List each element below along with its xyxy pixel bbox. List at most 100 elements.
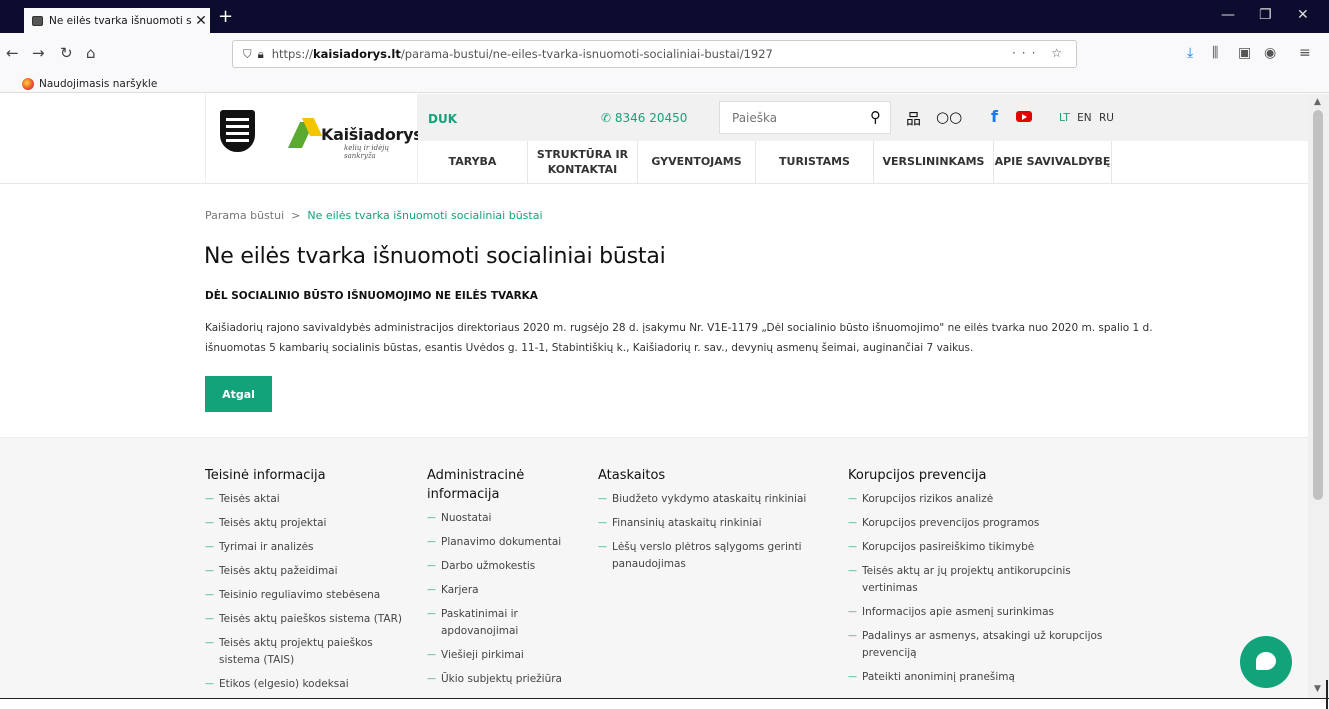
downloads-icon[interactable]: ⤓	[1187, 45, 1193, 61]
youtube-icon[interactable]	[1016, 111, 1032, 122]
footer-link[interactable]: Ūkio subjektų priežiūra	[427, 671, 582, 688]
footer-link[interactable]: Nuostatai	[427, 510, 582, 527]
web-page: Kaišiadorys kelių ir idėjų sankryža DUK …	[0, 94, 1308, 698]
browser-navbar: ← → ↻ ⌂ ⛉ 🔒︎ https://kaisiadorys.lt/para…	[0, 33, 1329, 75]
menu-item-verslininkams[interactable]: VERSLININKAMS	[874, 141, 994, 184]
footer-link[interactable]: Korupcijos pasireiškimo tikimybė	[848, 539, 1118, 556]
minimize-icon[interactable]: —	[1221, 7, 1235, 23]
article-text: Kaišiadorių rajono savivaldybės administ…	[205, 322, 1153, 354]
scroll-up-icon[interactable]: ▲	[1314, 97, 1321, 107]
chat-button[interactable]	[1240, 636, 1292, 688]
tracking-shield-icon[interactable]: ⛉	[243, 47, 252, 62]
page-favicon-icon	[32, 15, 43, 26]
footer-col-title: Korupcijos prevencija	[848, 468, 987, 483]
search-input[interactable]	[732, 109, 852, 127]
bookmark-item[interactable]: Naudojimasis naršykle	[39, 78, 157, 90]
lang-lt[interactable]: LT	[1059, 112, 1070, 124]
site-header: Kaišiadorys kelių ir idėjų sankryža DUK …	[0, 94, 1308, 184]
footer-link[interactable]: Informacijos apie asmenį surinkimas	[848, 604, 1118, 621]
page-actions-icon[interactable]: ··· ☆	[1012, 46, 1068, 60]
window-right-edge	[1326, 680, 1328, 709]
menu-item-taryba[interactable]: TARYBA	[418, 141, 528, 184]
footer-link[interactable]: Teisės aktų ar jų projektų antikorupcini…	[848, 563, 1118, 597]
menu-item-turistams[interactable]: TURISTAMS	[756, 141, 874, 184]
main-menu: TARYBA STRUKTŪRA IR KONTAKTAI GYVENTOJAM…	[418, 141, 1112, 184]
footer-link[interactable]: Padalinys ar asmenys, atsakingi už korup…	[848, 628, 1118, 662]
facebook-icon[interactable]: f	[991, 107, 998, 126]
footer-link[interactable]: Planavimo dokumentai	[427, 534, 582, 551]
browser-tabbar: Ne eilės tvarka išnuomoti socia ✕ + — ❐ …	[0, 0, 1329, 33]
footer-link[interactable]: Viešieji pirkimai	[427, 647, 582, 664]
footer-link[interactable]: Biudžeto vykdymo ataskaitų rinkiniai	[598, 491, 833, 508]
footer-link[interactable]: Etikos (elgesio) kodeksai	[205, 676, 410, 693]
brand-mark-icon	[287, 118, 323, 148]
footer-col-title: Administracinė informacija	[427, 468, 525, 502]
footer-col-corruption: Korupcijos prevencija Korupcijos rizikos…	[848, 466, 1118, 693]
page-scrollbar[interactable]: ▲ ▼	[1308, 94, 1329, 698]
browser-tab[interactable]: Ne eilės tvarka išnuomoti socia ✕	[24, 8, 210, 33]
phone-icon: ✆	[601, 111, 615, 125]
brand-name: Kaišiadorys	[321, 125, 423, 144]
footer-link[interactable]: Teisės aktų pažeidimai	[205, 563, 410, 580]
footer-link[interactable]: Korupcijos rizikos analizė	[848, 491, 1118, 508]
footer-link[interactable]: Darbo užmokestis	[427, 558, 582, 575]
footer-link[interactable]: Paskatinimai ir apdovanojimai	[427, 606, 582, 640]
forward-icon[interactable]: →	[32, 44, 45, 62]
library-icon[interactable]: ⫼	[1212, 45, 1218, 61]
account-icon[interactable]: ◉	[1264, 45, 1276, 61]
footer-link[interactable]: Tyrimai ir analizės	[205, 539, 410, 556]
menu-item-struktura[interactable]: STRUKTŪRA IR KONTAKTAI	[528, 141, 638, 184]
url-path: /parama-bustui/ne-eiles-tvarka-isnuomoti…	[400, 47, 773, 61]
footer-link[interactable]: Finansinių ataskaitų rinkiniai	[598, 515, 833, 532]
url-domain: kaisiadorys.lt	[312, 47, 401, 61]
footer-link[interactable]: Teisės aktai	[205, 491, 410, 508]
breadcrumb: Parama būstui > Ne eilės tvarka išnuomoti …	[205, 209, 543, 222]
footer-col-title: Teisinė informacija	[205, 468, 326, 483]
window-bottom-edge	[0, 698, 1329, 709]
footer-link[interactable]: Pateikti anoniminį pranešimą	[848, 669, 1118, 686]
footer-link[interactable]: Karjera	[427, 582, 582, 599]
sidebar-icon[interactable]: ▣	[1238, 45, 1251, 61]
brand-slogan: kelių ir idėjų sankryža	[344, 144, 389, 160]
faq-link[interactable]: DUK	[428, 112, 457, 126]
footer-link[interactable]: Teisės aktų paieškos sistema (TAR)	[205, 611, 410, 628]
scrollbar-thumb[interactable]	[1313, 110, 1323, 500]
scroll-down-icon[interactable]: ▼	[1314, 684, 1321, 694]
lock-icon[interactable]: 🔒︎	[258, 47, 264, 62]
back-icon[interactable]: ←	[6, 44, 19, 62]
footer-col-legal: Teisinė informacija Teisės aktai Teisės …	[205, 466, 410, 698]
window-close-icon[interactable]: ✕	[1297, 7, 1309, 23]
phone-number: 8346 20450	[614, 111, 688, 125]
tab-close-icon[interactable]: ✕	[192, 13, 210, 29]
new-tab-icon[interactable]: +	[218, 6, 233, 27]
menu-icon[interactable]: ≡	[1299, 45, 1311, 61]
footer-link[interactable]: Teisinio reguliavimo stebėsena	[205, 587, 410, 604]
site-footer: Teisinė informacija Teisės aktai Teisės …	[0, 437, 1308, 698]
menu-item-apie[interactable]: APIE SAVIVALDYBĘ	[994, 141, 1112, 184]
firefox-icon	[22, 77, 34, 90]
restore-icon[interactable]: ❐	[1259, 7, 1272, 23]
accessibility-glasses-icon[interactable]: ○○	[936, 108, 962, 126]
lang-ru[interactable]: RU	[1099, 112, 1114, 124]
search-icon[interactable]: ⚲	[870, 108, 881, 126]
reload-icon[interactable]: ↻	[60, 44, 73, 62]
phone-link[interactable]: ✆ 8346 20450	[601, 111, 687, 125]
site-logo[interactable]: Kaišiadorys kelių ir idėjų sankryža	[205, 94, 423, 184]
coat-of-arms-icon	[220, 110, 255, 152]
menu-item-gyventojams[interactable]: GYVENTOJAMS	[638, 141, 756, 184]
breadcrumb-parent[interactable]: Parama būstui	[205, 209, 284, 222]
tab-title: Ne eilės tvarka išnuomoti socia	[49, 14, 192, 27]
footer-col-title: Ataskaitos	[598, 468, 666, 483]
sitemap-icon[interactable]: 品	[906, 108, 921, 129]
url-bar[interactable]: ⛉ 🔒︎ https://kaisiadorys.lt/parama-bustu…	[232, 40, 1077, 68]
home-icon[interactable]: ⌂	[86, 44, 96, 62]
footer-link[interactable]: Teisės aktų projektai	[205, 515, 410, 532]
footer-link[interactable]: Teisės aktų projektų paieškos sistema (T…	[205, 635, 410, 669]
footer-link[interactable]: Lėšų verslo plėtros sąlygoms gerinti pan…	[598, 539, 833, 573]
breadcrumb-separator: >	[291, 209, 301, 222]
lang-en[interactable]: EN	[1077, 112, 1092, 124]
back-button[interactable]: Atgal	[205, 376, 272, 412]
bookmarks-bar: Naudojimasis naršykle	[0, 75, 1329, 93]
footer-link[interactable]: Korupcijos prevencijos programos	[848, 515, 1118, 532]
language-switcher: LT EN RU	[1059, 112, 1118, 124]
